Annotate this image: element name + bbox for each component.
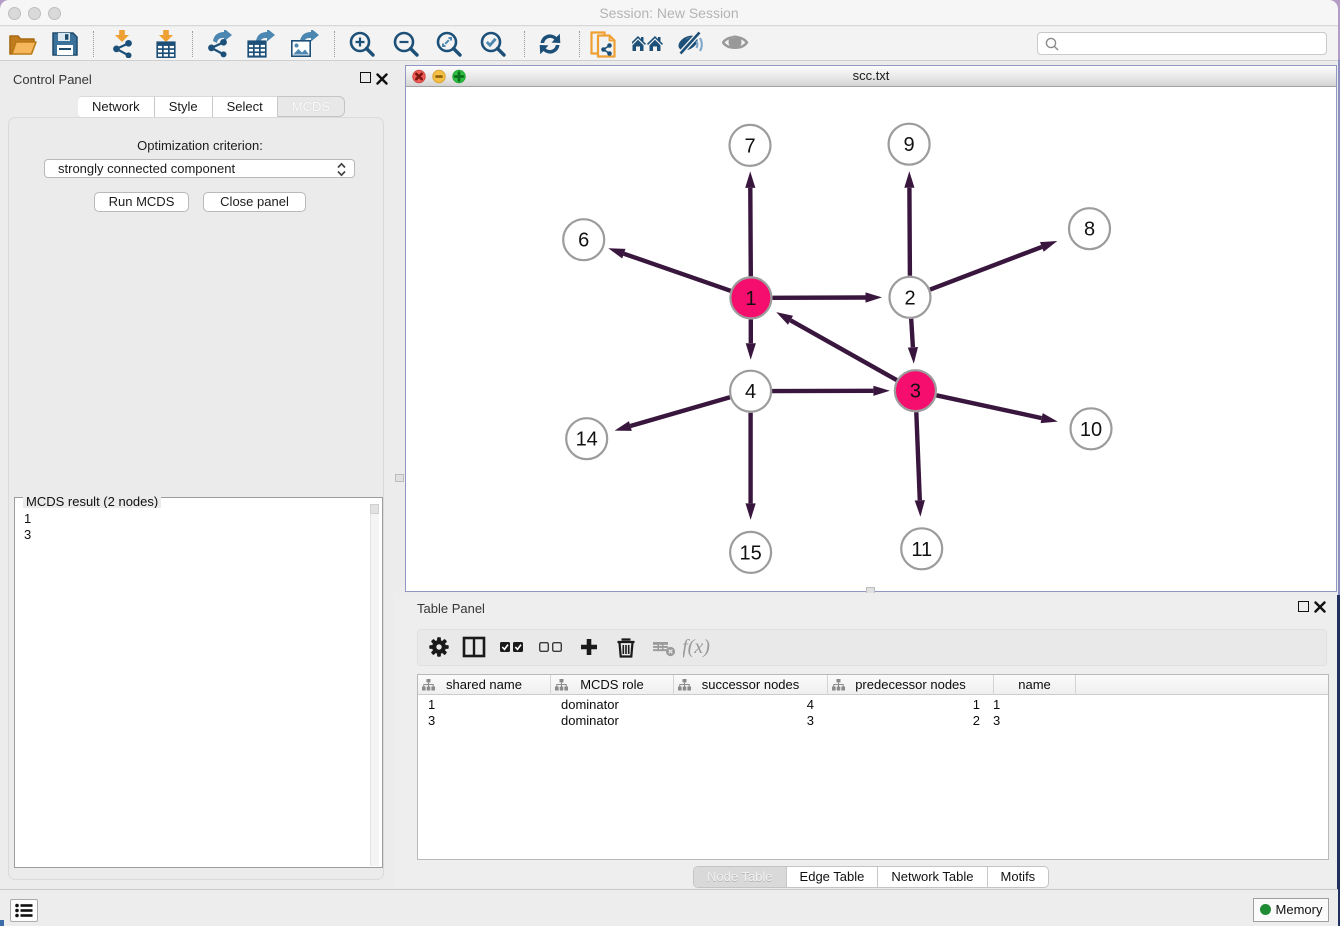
svg-text:1: 1 <box>745 288 756 310</box>
svg-text:4: 4 <box>745 381 756 403</box>
svg-text:8: 8 <box>1084 219 1095 241</box>
svg-text:f(x): f(x) <box>683 636 710 658</box>
svg-text:2: 2 <box>904 287 915 309</box>
svg-text:3: 3 <box>910 381 921 403</box>
svg-text:7: 7 <box>744 135 755 157</box>
svg-text:11: 11 <box>911 539 932 561</box>
svg-text:10: 10 <box>1080 419 1102 441</box>
svg-text:6: 6 <box>578 230 589 252</box>
svg-text:9: 9 <box>904 134 915 156</box>
svg-text:15: 15 <box>739 542 761 564</box>
svg-text:14: 14 <box>576 429 598 451</box>
